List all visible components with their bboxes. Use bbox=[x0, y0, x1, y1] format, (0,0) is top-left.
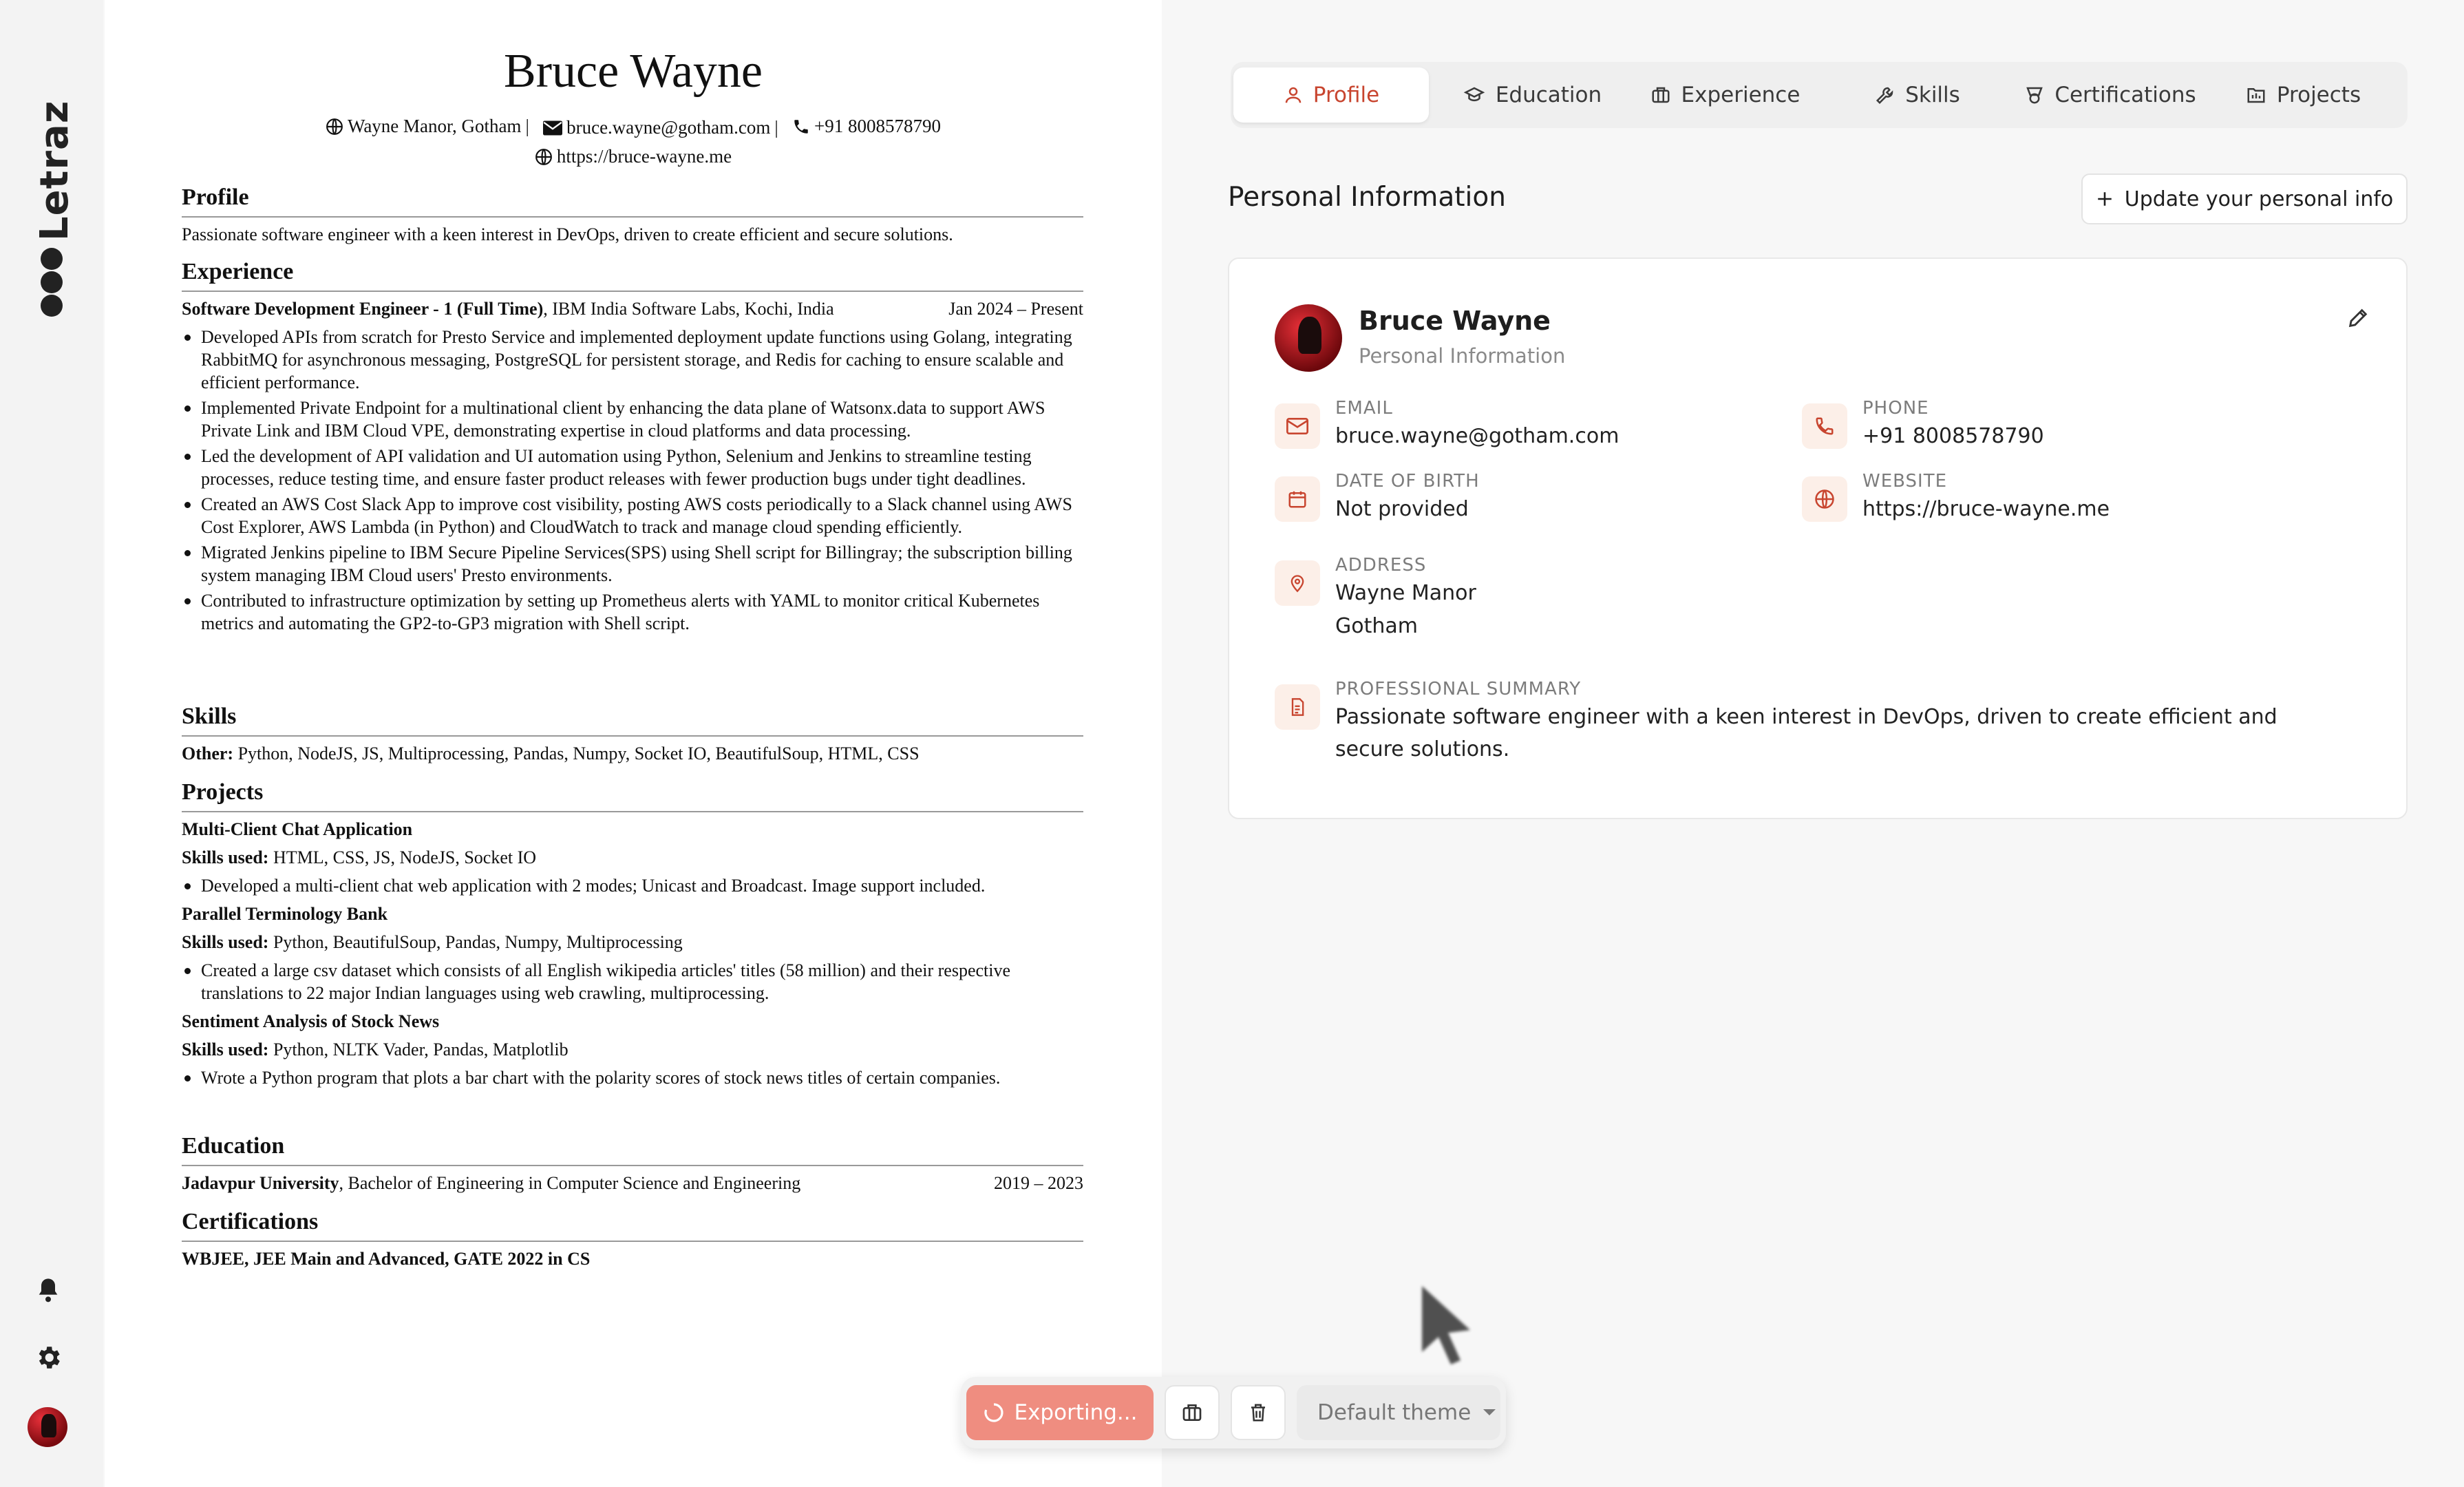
graduation-cap-icon bbox=[1463, 87, 1485, 102]
section-heading: Education bbox=[182, 1133, 1083, 1166]
tab-skills[interactable]: Skills bbox=[1823, 67, 2012, 123]
folder-icon bbox=[2247, 88, 2265, 103]
experience-bullets: Developed APIs from scratch for Presto S… bbox=[182, 326, 1083, 635]
trash-icon bbox=[1251, 1404, 1265, 1422]
contact-phone: +91 8008578790 bbox=[792, 116, 941, 137]
briefcase-icon bbox=[1182, 1404, 1202, 1421]
user-icon bbox=[1285, 87, 1302, 103]
project-item: Multi-Client Chat Application Skills use… bbox=[182, 818, 1083, 897]
logo-dot bbox=[41, 271, 63, 293]
award-icon bbox=[2026, 87, 2043, 104]
project-title: Sentiment Analysis of Stock News bbox=[182, 1011, 440, 1031]
globe-icon bbox=[326, 118, 343, 135]
resume-section-experience: Experience Software Development Engineer… bbox=[182, 259, 1083, 635]
globe-icon bbox=[535, 148, 552, 165]
map-pin-icon bbox=[1275, 560, 1320, 606]
tab-projects[interactable]: Projects bbox=[2208, 67, 2398, 123]
resume-section-projects: Projects Multi-Client Chat Application S… bbox=[182, 779, 1083, 1089]
edit-button[interactable] bbox=[2337, 297, 2379, 339]
resume-section-certifications: Certifications WBJEE, JEE Main and Advan… bbox=[182, 1209, 1083, 1270]
logo-dot bbox=[41, 295, 63, 317]
card-subtitle: Personal Information bbox=[1359, 344, 1566, 368]
section-heading: Skills bbox=[182, 704, 1083, 737]
bell-icon[interactable] bbox=[30, 1272, 66, 1308]
list-item: Created an AWS Cost Slack App to improve… bbox=[182, 493, 1083, 538]
section-heading: Experience bbox=[182, 259, 1083, 292]
chevron-down-icon bbox=[1483, 1409, 1496, 1415]
resume-preview: Bruce Wayne Wayne Manor, Gotham | bruce.… bbox=[105, 0, 1162, 1487]
wrench-icon bbox=[1876, 87, 1893, 105]
briefcase-icon bbox=[1652, 87, 1670, 103]
skills-text: Other: Python, NodeJS, JS, Multiprocessi… bbox=[182, 744, 920, 763]
phone-icon bbox=[1802, 403, 1847, 449]
avatar bbox=[1275, 304, 1342, 372]
list-item: Developed APIs from scratch for Presto S… bbox=[182, 326, 1083, 394]
education-row: Jadavpur University, Bachelor of Enginee… bbox=[182, 1173, 1083, 1193]
logo-text: Letraz bbox=[32, 100, 77, 241]
list-item: Led the development of API validation an… bbox=[182, 445, 1083, 490]
resume-contact-line: Wayne Manor, Gotham | bruce.wayne@gotham… bbox=[105, 116, 1162, 140]
bottom-toolbar: Exporting... Default theme bbox=[961, 1377, 1506, 1448]
project-item: Parallel Terminology Bank Skills used: P… bbox=[182, 903, 1083, 1004]
experience-header: Software Development Engineer - 1 (Full … bbox=[182, 299, 1083, 319]
sidebar-rail: Letraz bbox=[0, 0, 103, 1487]
project-item: Sentiment Analysis of Stock News Skills … bbox=[182, 1010, 1083, 1089]
letraz-logo[interactable]: Letraz bbox=[28, 101, 77, 324]
resume-section-education: Education Jadavpur University, Bachelor … bbox=[182, 1133, 1083, 1194]
update-personal-info-button[interactable]: Update your personal info bbox=[2081, 173, 2408, 224]
calendar-icon bbox=[1275, 476, 1320, 522]
pencil-icon bbox=[2348, 308, 2368, 328]
tab-certifications[interactable]: Certifications bbox=[2015, 67, 2205, 123]
resume-contact-website: https://bruce-wayne.me bbox=[105, 146, 1162, 171]
export-button[interactable]: Exporting... bbox=[966, 1385, 1154, 1440]
project-title: Parallel Terminology Bank bbox=[182, 904, 388, 924]
personal-info-card: Bruce Wayne Personal Information EMAIL b… bbox=[1228, 257, 2408, 819]
profile-text: Passionate software engineer with a keen… bbox=[182, 224, 953, 244]
list-item: Implemented Private Endpoint for a multi… bbox=[182, 397, 1083, 442]
tab-profile[interactable]: Profile bbox=[1233, 67, 1429, 123]
section-heading: Profile bbox=[182, 184, 1083, 218]
phone-icon bbox=[794, 119, 808, 134]
avatar[interactable] bbox=[28, 1407, 67, 1447]
mouse-cursor bbox=[1422, 1286, 1470, 1364]
section-heading: Projects bbox=[182, 779, 1083, 812]
resume-name: Bruce Wayne bbox=[504, 45, 763, 98]
gear-icon[interactable] bbox=[30, 1340, 66, 1375]
tab-education[interactable]: Education bbox=[1437, 67, 1627, 123]
page-title: Personal Information bbox=[1228, 182, 1506, 213]
spinner-icon bbox=[984, 1403, 1003, 1422]
contact-email: bruce.wayne@gotham.com | bbox=[543, 117, 778, 138]
tab-bar: Profile Education Experience Skills Cert… bbox=[1231, 62, 2408, 128]
card-name: Bruce Wayne bbox=[1359, 306, 1551, 336]
logo-dot bbox=[41, 248, 63, 270]
tab-experience[interactable]: Experience bbox=[1630, 67, 1820, 123]
mail-icon bbox=[1275, 403, 1320, 449]
project-title: Multi-Client Chat Application bbox=[182, 819, 413, 839]
list-item: Created a large csv dataset which consis… bbox=[182, 959, 1083, 1004]
list-item: Wrote a Python program that plots a bar … bbox=[182, 1066, 1083, 1089]
plus-icon bbox=[2097, 192, 2112, 206]
document-icon bbox=[1275, 684, 1320, 730]
list-item: Developed a multi-client chat web applic… bbox=[182, 874, 1083, 897]
envelope-icon bbox=[543, 120, 563, 135]
resume-section-skills: Skills Other: Python, NodeJS, JS, Multip… bbox=[182, 704, 1083, 765]
theme-select[interactable]: Default theme bbox=[1297, 1385, 1500, 1440]
list-item: Migrated Jenkins pipeline to IBM Secure … bbox=[182, 541, 1083, 587]
resume-section-profile: Profile Passionate software engineer wit… bbox=[182, 184, 1083, 246]
contact-location: Wayne Manor, Gotham | bbox=[326, 116, 529, 137]
list-item: Contributed to infrastructure optimizati… bbox=[182, 589, 1083, 635]
delete-button[interactable] bbox=[1231, 1385, 1286, 1440]
globe-icon bbox=[1802, 476, 1847, 522]
certifications-text: WBJEE, JEE Main and Advanced, GATE 2022 … bbox=[182, 1249, 591, 1269]
section-heading: Certifications bbox=[182, 1209, 1083, 1242]
briefcase-button[interactable] bbox=[1165, 1385, 1220, 1440]
